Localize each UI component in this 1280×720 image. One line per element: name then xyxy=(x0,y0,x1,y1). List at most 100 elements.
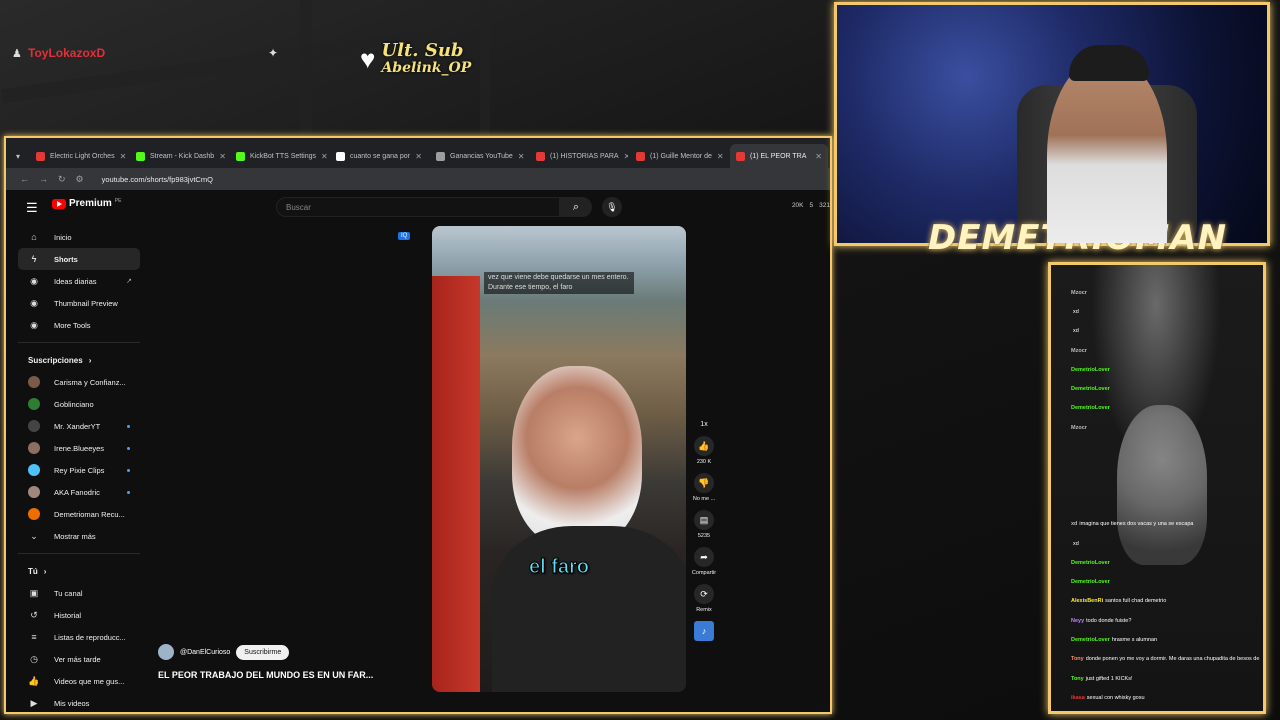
share-button[interactable]: ➦ Compartir xyxy=(690,547,718,576)
subscription-item[interactable]: Irene.Blueeyes xyxy=(18,437,140,459)
tools-icon: ◉ xyxy=(30,319,38,330)
like-icon: 👍 xyxy=(28,675,40,686)
channel-name[interactable]: @DanElCurioso xyxy=(180,649,230,656)
bulb-icon: ◉ xyxy=(30,275,38,286)
channel-avatar xyxy=(28,376,40,388)
browser-tab[interactable]: Stream - Kick Dashb ✕ xyxy=(130,144,228,168)
video-caption-main: el faro xyxy=(528,556,590,579)
last-sub-name: Abelink_OP xyxy=(381,59,472,76)
browser-tab[interactable]: (1) EL PEOR TRA ✕ xyxy=(730,144,828,168)
chat-username: Mzocr xyxy=(1071,347,1087,354)
back-icon[interactable]: ← xyxy=(20,174,29,184)
chat-message: DemetrioLover xyxy=(1071,360,1261,379)
sidebar-item[interactable]: ▣ Tu canal xyxy=(18,582,140,604)
sidebar-item[interactable]: ◷ Ver más tarde xyxy=(18,648,140,670)
close-icon[interactable]: ✕ xyxy=(321,152,328,161)
sidebar-item[interactable]: ⌂ Inicio xyxy=(18,226,140,248)
like-button[interactable]: 👍 230 K xyxy=(690,436,718,465)
chat-text: just gifted 1 KICKs! xyxy=(1085,675,1133,682)
chat-message xyxy=(1071,437,1261,456)
subscriptions-heading[interactable]: Suscripciones › xyxy=(18,349,140,371)
subscription-item[interactable]: Mr. XanderYT xyxy=(18,415,140,437)
subscription-label: Demetrioman Recu... xyxy=(54,509,125,519)
address-bar: ← → ↻ ⚙ youtube.com/shorts/fp983jvtCmQ xyxy=(6,168,830,190)
sidebar-item[interactable]: ≡ Listas de reproducc... xyxy=(18,626,140,648)
tab-favicon xyxy=(136,151,145,161)
sidebar-item[interactable]: ◉ More Tools xyxy=(18,314,140,336)
remix-label: Remix xyxy=(696,607,712,613)
chat-username: DemetrioLover xyxy=(1071,579,1110,586)
subscription-item[interactable]: Demetrioman Recu... xyxy=(18,503,140,525)
iq-badge[interactable]: IQ xyxy=(398,232,411,240)
browser-tab[interactable]: Electric Light Orches ✕ xyxy=(30,144,128,168)
sidebar-item[interactable]: ↺ Historial xyxy=(18,604,140,626)
forward-icon[interactable]: → xyxy=(39,174,48,184)
chat-username: Mzocr xyxy=(1071,424,1087,431)
subscription-item[interactable]: Rey Pixie Clips xyxy=(18,459,140,481)
menu-icon[interactable]: ☰ xyxy=(26,200,38,216)
sidebar-item[interactable]: ▶ Mis videos xyxy=(18,692,140,712)
sidebar-item[interactable]: ◉ Thumbnail Preview xyxy=(18,292,140,314)
channel-avatar[interactable] xyxy=(158,644,174,660)
subscription-item[interactable]: Carisma y Confianz... xyxy=(18,371,140,393)
browser-tab[interactable]: Ganancias YouTube ✕ xyxy=(430,144,528,168)
playlist-icon: ≡ xyxy=(31,632,37,642)
subscription-item[interactable]: Goblinciano xyxy=(18,393,140,415)
audio-thumbnail[interactable]: ♪ xyxy=(690,621,718,641)
browser-tab[interactable]: (1) Guille Mentor de ✕ xyxy=(630,144,728,168)
close-icon[interactable]: ✕ xyxy=(717,152,724,161)
chat-message: Tony donde ponen yo me voy a dormir. Me d… xyxy=(1071,650,1261,669)
sidebar-item[interactable]: ϟ Shorts xyxy=(18,248,140,270)
close-icon[interactable]: ✕ xyxy=(518,152,525,161)
sidebar-item-label: Mis videos xyxy=(54,698,90,708)
channel-avatar xyxy=(28,508,40,520)
close-icon[interactable]: ✕ xyxy=(624,152,628,161)
speed-control[interactable]: 1x xyxy=(690,418,718,428)
short-title[interactable]: EL PEOR TRABAJO DEL MUNDO ES EN UN FAR..… xyxy=(158,670,394,680)
search-icon[interactable]: ⌕ xyxy=(560,197,592,217)
webcam-feed xyxy=(834,2,1270,246)
youtube-logo[interactable]: Premium PE xyxy=(52,198,121,209)
dislike-button[interactable]: 👎 No me ... xyxy=(690,473,718,502)
browser-tab[interactable]: cuanto se gana por ✕ xyxy=(330,144,428,168)
subscription-label: Mr. XanderYT xyxy=(54,421,101,431)
sidebar-item[interactable]: ◉ Ideas diarias ↗ xyxy=(18,270,140,292)
subscription-label: Carisma y Confianz... xyxy=(54,377,126,387)
close-icon[interactable]: ✕ xyxy=(219,152,226,161)
chat-username: AlexisBenRi xyxy=(1071,598,1104,605)
comments-button[interactable]: ▤ 5235 xyxy=(690,510,718,539)
reload-icon[interactable]: ↻ xyxy=(58,174,66,185)
site-info-icon[interactable]: ⚙ xyxy=(76,174,84,185)
chat-username: Mzocr xyxy=(1071,289,1087,296)
tab-favicon xyxy=(536,151,545,161)
tab-label: (1) HISTORIAS PARA xyxy=(550,152,619,160)
mic-icon[interactable]: 🎙 xyxy=(602,197,622,217)
thumbs-down-icon: 👎 xyxy=(694,473,714,493)
streamer-cap xyxy=(1069,45,1149,81)
subscription-item[interactable]: AKA Fanodric xyxy=(18,481,140,503)
short-video-player[interactable]: vez que viene debe quedarse un mes enter… xyxy=(432,226,686,692)
you-heading[interactable]: Tú › xyxy=(18,560,140,582)
remix-button[interactable]: ⟳ Remix xyxy=(690,584,718,613)
tab-search-icon[interactable]: ▾ xyxy=(16,144,28,168)
close-icon[interactable]: ✕ xyxy=(415,152,422,161)
browser-tab[interactable]: (1) HISTORIAS PARA ✕ xyxy=(530,144,628,168)
sound-icon: ♪ xyxy=(694,621,714,641)
url-field[interactable]: youtube.com/shorts/fp983jvtCmQ xyxy=(102,175,213,184)
chat-text: sexual con whisky gosu xyxy=(1086,694,1145,701)
chat-username: ikasa xyxy=(1071,694,1085,701)
subscribe-button[interactable]: Suscribirme xyxy=(236,644,290,660)
chat-text: todo donde fuiste? xyxy=(1086,617,1132,624)
chat-messages: Mzocr xd xd Mzocr DemetrioLover DemetrioLover… xyxy=(1071,283,1261,708)
close-icon[interactable]: ✕ xyxy=(120,152,127,161)
lighthouse-railing xyxy=(432,276,480,692)
search-input[interactable]: Buscar xyxy=(276,197,560,217)
show-more-button[interactable]: ⌄ Mostrar más xyxy=(18,525,140,547)
thumbs-up-icon: 👍 xyxy=(694,436,714,456)
chat-username: DemetrioLover xyxy=(1071,405,1110,412)
close-icon[interactable]: ✕ xyxy=(815,152,822,161)
sidebar-item[interactable]: 👍 Videos que me gus... xyxy=(18,670,140,692)
browser-tab[interactable]: KickBot TTS Settings ✕ xyxy=(230,144,328,168)
follow-alert: ♟ ToyLokazoxD xyxy=(12,46,105,60)
video-icon: ▶ xyxy=(30,697,38,708)
